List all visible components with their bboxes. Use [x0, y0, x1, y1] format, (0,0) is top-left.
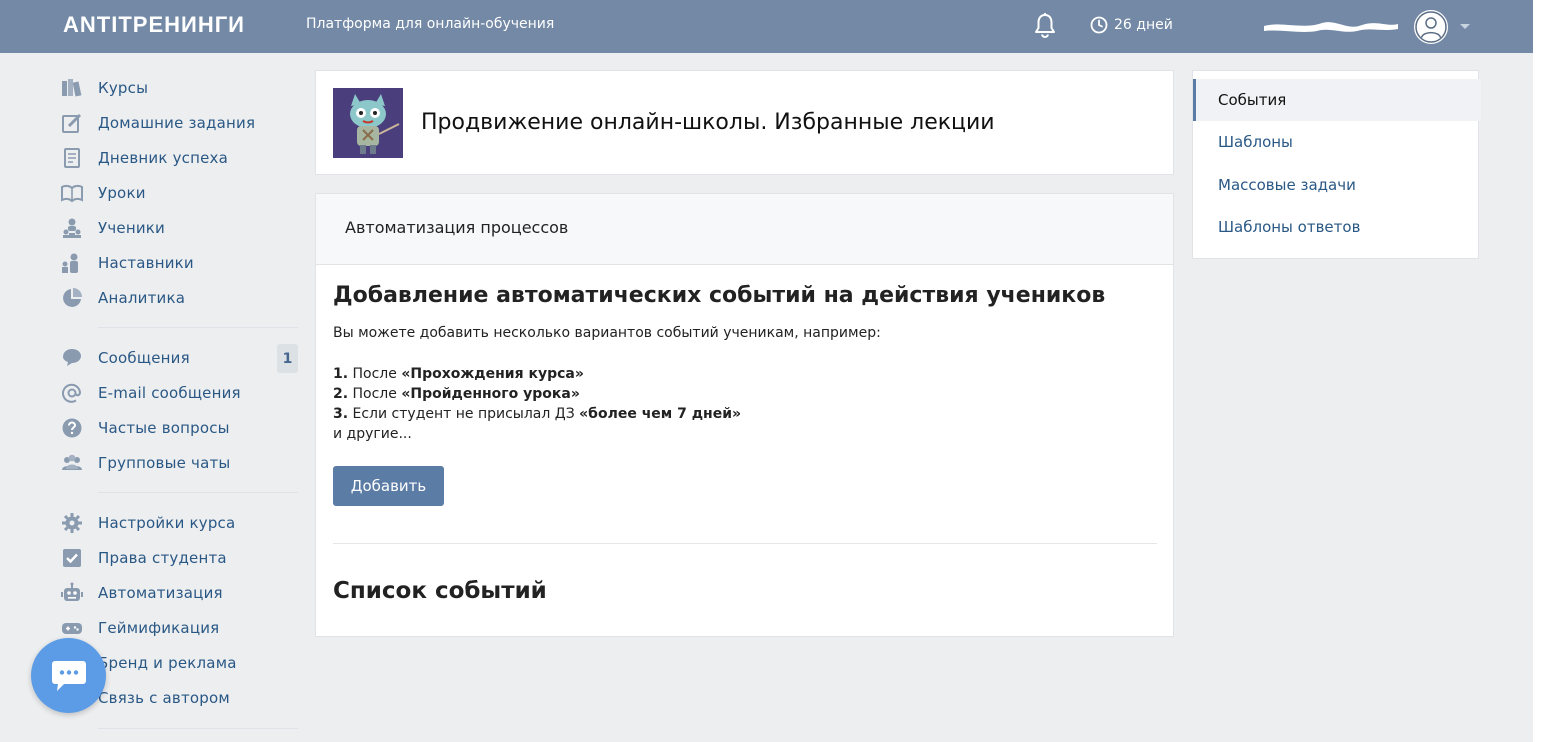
section-title: Автоматизация процессов [345, 218, 569, 237]
right-nav-item-bulk-tasks[interactable]: Массовые задачи [1193, 164, 1478, 206]
subscription-days[interactable]: 26 дней [1090, 16, 1173, 34]
right-nav-label: Шаблоны [1218, 133, 1293, 151]
right-nav-card: События Шаблоны Массовые задачи Шаблоны … [1192, 70, 1481, 259]
sidebar-item-label: Частые вопросы [98, 418, 230, 437]
right-nav-label: Шаблоны ответов [1218, 218, 1361, 236]
add-event-button[interactable]: Добавить [333, 466, 444, 506]
sidebar-item-label: Курсы [98, 78, 149, 97]
sidebar-item-label: Связь с автором [98, 688, 230, 707]
sidebar-item-homework[interactable]: Домашние задания [60, 105, 300, 140]
sidebar-divider [98, 327, 298, 328]
sidebar: Курсы Домашние задания Дневник успеха Ур… [60, 70, 300, 715]
right-nav-label: Массовые задачи [1218, 176, 1356, 194]
at-icon [60, 381, 84, 405]
sidebar-item-courses[interactable]: Курсы [60, 70, 300, 105]
analytics-icon [60, 286, 84, 310]
sidebar-item-label: Геймификация [98, 618, 220, 637]
sidebar-item-gamification[interactable]: Геймификация [60, 610, 300, 645]
list-item: 2. После «Пройденного урока» [333, 386, 580, 402]
course-title: Продвижение онлайн-школы. Избранные лекц… [421, 110, 995, 135]
sidebar-item-label: Автоматизация [98, 583, 223, 602]
app-frame: ANTITРЕНИНГИ Платформа для онлайн-обучен… [0, 0, 1533, 742]
tagline: Платформа для онлайн-обучения [306, 16, 555, 32]
username-redacted[interactable] [1262, 17, 1400, 35]
lessons-icon [60, 181, 84, 205]
sidebar-item-label: Дневник успеха [98, 148, 229, 167]
right-nav-label: События [1218, 91, 1287, 109]
automation-card: Автоматизация процессов Добавление автом… [315, 193, 1174, 637]
sidebar-item-label: Настройки курса [98, 513, 236, 532]
sidebar-divider [98, 492, 298, 493]
sidebar-item-students[interactable]: Ученики [60, 210, 300, 245]
gamepad-icon [60, 616, 84, 640]
course-cover-image[interactable] [333, 88, 403, 158]
sidebar-item-lessons[interactable]: Уроки [60, 175, 300, 210]
unread-badge: 1 [277, 344, 298, 373]
checkbox-icon [60, 546, 84, 570]
sidebar-item-label: Уроки [98, 183, 146, 202]
sidebar-item-label: Бренд и реклама [98, 653, 237, 672]
bell-icon[interactable] [1034, 13, 1056, 39]
sidebar-item-diary[interactable]: Дневник успеха [60, 140, 300, 175]
events-list-heading: Список событий [333, 578, 547, 604]
divider [333, 543, 1157, 544]
group-chat-icon [60, 451, 84, 475]
chat-bubble-icon [51, 660, 86, 691]
sidebar-item-automation[interactable]: Автоматизация [60, 575, 300, 610]
mentors-icon [60, 251, 84, 275]
examples-list: 1. После «Прохождения курса» 2. После «П… [333, 364, 741, 444]
right-nav-item-answer-templates[interactable]: Шаблоны ответов [1193, 206, 1478, 248]
messages-icon [60, 346, 84, 370]
sidebar-item-label: Домашние задания [98, 113, 256, 132]
sidebar-item-label: Сообщения [98, 348, 190, 367]
sidebar-item-course-settings[interactable]: Настройки курса [60, 505, 300, 540]
logo[interactable]: ANTITРЕНИНГИ [63, 12, 245, 38]
students-icon [60, 216, 84, 240]
section-header: Автоматизация процессов [316, 194, 1173, 265]
automation-heading: Добавление автоматических событий на дей… [333, 283, 1106, 308]
sidebar-item-label: E-mail сообщения [98, 383, 241, 402]
sidebar-item-label: Права студента [98, 548, 227, 567]
question-icon [60, 416, 84, 440]
right-nav-item-events[interactable]: События [1193, 79, 1481, 121]
sidebar-item-faq[interactable]: Частые вопросы [60, 410, 300, 445]
chevron-down-icon[interactable] [1460, 24, 1470, 29]
courses-icon [60, 76, 84, 100]
course-header-card: Продвижение онлайн-школы. Избранные лекц… [315, 70, 1174, 175]
sidebar-item-analytics[interactable]: Аналитика [60, 280, 300, 315]
sidebar-item-student-rights[interactable]: Права студента [60, 540, 300, 575]
robot-icon [60, 581, 84, 605]
top-bar: ANTITРЕНИНГИ Платформа для онлайн-обучен… [0, 0, 1533, 53]
sidebar-item-mentors[interactable]: Наставники [60, 245, 300, 280]
sidebar-item-email[interactable]: E-mail сообщения [60, 375, 300, 410]
diary-icon [60, 146, 84, 170]
list-tail: и другие... [333, 426, 412, 442]
gear-icon [60, 511, 84, 535]
sidebar-item-label: Наставники [98, 253, 194, 272]
clock-icon [1090, 16, 1108, 34]
sidebar-item-group-chats[interactable]: Групповые чаты [60, 445, 300, 480]
right-nav-item-templates[interactable]: Шаблоны [1193, 121, 1478, 163]
avatar[interactable] [1413, 9, 1449, 45]
sidebar-item-label: Ученики [98, 218, 165, 237]
sidebar-divider [98, 728, 298, 729]
sidebar-item-messages[interactable]: Сообщения 1 [60, 340, 300, 375]
automation-description: Вы можете добавить несколько вариантов с… [333, 325, 881, 341]
sidebar-item-label: Групповые чаты [98, 453, 231, 472]
list-item: 1. После «Прохождения курса» [333, 366, 584, 382]
sidebar-item-label: Аналитика [98, 288, 186, 307]
homework-icon [60, 111, 84, 135]
chat-widget-button[interactable] [31, 638, 106, 713]
days-label: 26 дней [1114, 17, 1173, 33]
list-item: 3. Если студент не присылал ДЗ «более че… [333, 406, 742, 422]
